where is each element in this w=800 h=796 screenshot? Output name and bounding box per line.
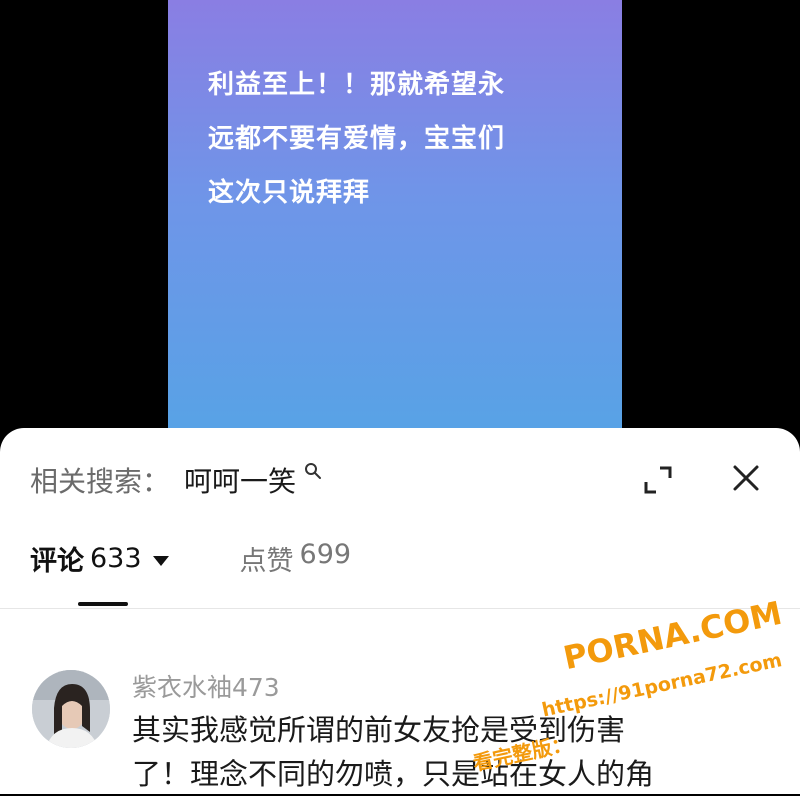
tab-comments-count: 633 <box>90 542 142 574</box>
tab-likes-count: 699 <box>299 538 352 570</box>
caret-down-icon[interactable] <box>152 543 170 574</box>
active-tab-indicator <box>78 602 128 606</box>
related-search[interactable]: 相关搜索： 呵呵一笑 <box>30 450 322 510</box>
divider <box>0 608 800 609</box>
comment-text-line: 其实我感觉所谓的前女友抢是受到伤害 <box>132 713 626 747</box>
comment-text-line: 了！理念不同的勿喷，只是站在女人的角 <box>132 757 655 791</box>
video-caption-line: 这次只说拜拜 <box>208 178 371 208</box>
comment-username[interactable]: 紫衣水袖473 <box>132 668 280 704</box>
comment-text: 其实我感觉所谓的前女友抢是受到伤害 了！理念不同的勿喷，只是站在女人的角 <box>132 708 782 796</box>
video-caption: 利益至上！！那就希望永 远都不要有爱情，宝宝们 这次只说拜拜 <box>208 58 548 220</box>
tab-likes[interactable]: 点赞 699 <box>240 539 352 578</box>
comment-sheet: 相关搜索： 呵呵一笑 评论 633 点赞 699 紫衣水袖473 其实我感觉所谓… <box>0 428 800 794</box>
video-caption-line: 利益至上！！那就希望永 <box>208 70 506 100</box>
avatar[interactable] <box>32 670 110 748</box>
related-search-label: 相关搜索： <box>30 465 171 498</box>
comment-tabs: 评论 633 点赞 699 <box>30 536 351 580</box>
tab-likes-label: 点赞 <box>239 545 294 577</box>
expand-icon[interactable] <box>642 464 674 500</box>
search-icon[interactable] <box>304 462 322 484</box>
video-caption-line: 远都不要有爱情，宝宝们 <box>208 124 506 154</box>
tab-comments[interactable]: 评论 633 <box>30 539 170 578</box>
tab-comments-label: 评论 <box>30 545 84 577</box>
video-player[interactable]: 利益至上！！那就希望永 远都不要有爱情，宝宝们 这次只说拜拜 <box>168 0 622 440</box>
close-icon[interactable] <box>732 464 760 496</box>
related-search-term[interactable]: 呵呵一笑 <box>184 460 296 500</box>
